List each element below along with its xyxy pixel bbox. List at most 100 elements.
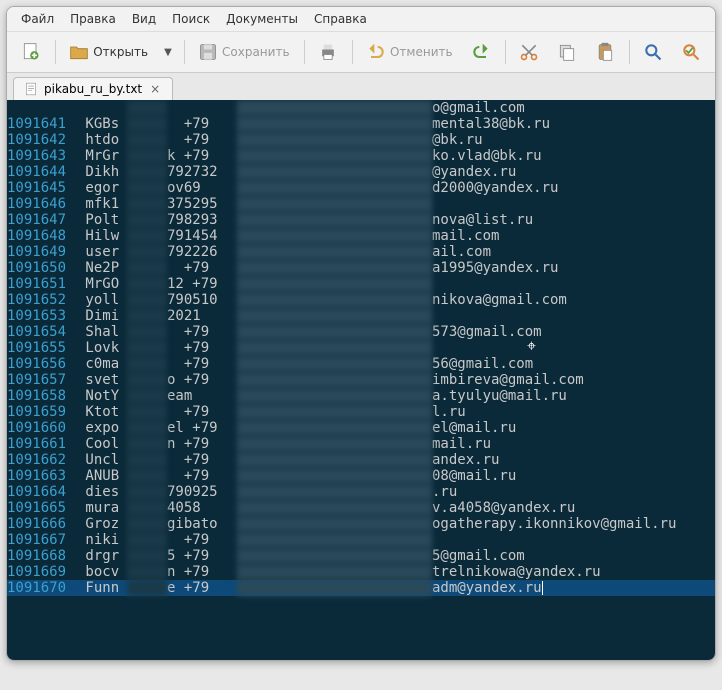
open-button[interactable]: Открыть xyxy=(63,38,154,66)
redacted-region xyxy=(237,212,432,228)
menu-documents[interactable]: Документы xyxy=(218,9,306,29)
editor-line[interactable]: 1091644 Dikh792732@yandex.ru xyxy=(7,164,715,180)
editor-line[interactable]: 1091663 ANUB +7908@mail.ru xyxy=(7,468,715,484)
editor-line[interactable]: 1091652 yoll790510nikova@gmail.com xyxy=(7,292,715,308)
line-number xyxy=(7,100,77,116)
col-email xyxy=(432,532,715,548)
redacted-region xyxy=(127,356,167,372)
col-username: NotY xyxy=(77,388,127,404)
editor-line[interactable]: 1091649 user792226ail.com xyxy=(7,244,715,260)
file-tab[interactable]: pikabu_ru_by.txt × xyxy=(13,77,173,100)
copy-button[interactable] xyxy=(551,38,583,66)
editor-line[interactable]: 1091661 Cooln +79mail.ru xyxy=(7,436,715,452)
menu-view[interactable]: Вид xyxy=(124,9,164,29)
editor-line[interactable]: 1091655 Lovk +79 xyxy=(7,340,715,356)
col-username: Polt xyxy=(77,212,127,228)
col-email: andex.ru xyxy=(432,452,715,468)
tabbar: pikabu_ru_by.txt × xyxy=(7,73,715,100)
text-editor-area[interactable]: o@gmail.com1091641 KGBs +79mental38@bk.r… xyxy=(7,100,715,660)
redacted-region xyxy=(237,436,432,452)
col-username: expo xyxy=(77,420,127,436)
paste-button[interactable] xyxy=(589,38,621,66)
col-phone: +79 xyxy=(167,468,237,484)
editor-line[interactable]: 1091669 bocvn +79trelnikowa@yandex.ru xyxy=(7,564,715,580)
redacted-region xyxy=(237,532,432,548)
print-button[interactable] xyxy=(312,38,344,66)
col-username: bocv xyxy=(77,564,127,580)
editor-line[interactable]: 1091647 Polt798293nova@list.ru xyxy=(7,212,715,228)
col-username: ANUB xyxy=(77,468,127,484)
col-email: l.ru xyxy=(432,404,715,420)
find-replace-button[interactable] xyxy=(675,38,707,66)
redacted-region xyxy=(127,516,167,532)
line-number: 1091669 xyxy=(7,564,77,580)
line-number: 1091653 xyxy=(7,308,77,324)
editor-line[interactable]: 1091664 dies790925.ru xyxy=(7,484,715,500)
line-number: 1091661 xyxy=(7,436,77,452)
col-username: dies xyxy=(77,484,127,500)
editor-line[interactable]: 1091668 drgr5 +795@gmail.com xyxy=(7,548,715,564)
col-email: trelnikowa@yandex.ru xyxy=(432,564,715,580)
editor-line[interactable]: 1091641 KGBs +79mental38@bk.ru xyxy=(7,116,715,132)
col-phone: 798293 xyxy=(167,212,237,228)
editor-line[interactable]: 1091643 MrGrk +79ko.vlad@bk.ru xyxy=(7,148,715,164)
save-button[interactable]: Сохранить xyxy=(192,38,296,66)
find-replace-icon xyxy=(681,42,701,62)
editor-line[interactable]: 1091642 htdo +79@bk.ru xyxy=(7,132,715,148)
col-username: Cool xyxy=(77,436,127,452)
editor-line[interactable]: 1091659 Ktot +79l.ru xyxy=(7,404,715,420)
col-username: htdo xyxy=(77,132,127,148)
find-button[interactable] xyxy=(637,38,669,66)
editor-line[interactable]: 1091648 Hilw791454mail.com xyxy=(7,228,715,244)
editor-line[interactable]: 1091658 NotYeam a.tyulyu@mail.ru xyxy=(7,388,715,404)
col-email: nova@list.ru xyxy=(432,212,715,228)
editor-line[interactable]: 1091665 mura4058 v.a4058@yandex.ru xyxy=(7,500,715,516)
undo-button[interactable]: Отменить xyxy=(360,38,459,66)
redacted-region xyxy=(127,308,167,324)
editor-line[interactable]: o@gmail.com xyxy=(7,100,715,116)
col-email: @yandex.ru xyxy=(432,164,715,180)
line-number: 1091654 xyxy=(7,324,77,340)
new-file-button[interactable] xyxy=(15,38,47,66)
editor-line[interactable]: 1091646 mfk1375295 xyxy=(7,196,715,212)
editor-line[interactable]: 1091654 Shal +79573@gmail.com xyxy=(7,324,715,340)
col-phone xyxy=(167,100,237,116)
open-dropdown[interactable]: ▼ xyxy=(160,47,176,58)
editor-line[interactable]: 1091650 Ne2P +79a1995@yandex.ru xyxy=(7,260,715,276)
tab-close-button[interactable]: × xyxy=(148,82,162,96)
redacted-region xyxy=(127,100,167,116)
editor-line[interactable]: 1091657 sveto +79imbireva@gmail.com xyxy=(7,372,715,388)
line-number: 1091655 xyxy=(7,340,77,356)
redo-button[interactable] xyxy=(465,38,497,66)
menu-edit[interactable]: Правка xyxy=(62,9,124,29)
editor-line[interactable]: 1091670 Funne +79adm@yandex.ru xyxy=(7,580,715,596)
editor-line[interactable]: 1091667 niki +79 xyxy=(7,532,715,548)
menu-file[interactable]: Файл xyxy=(13,9,62,29)
line-number: 1091651 xyxy=(7,276,77,292)
col-username: Dimi xyxy=(77,308,127,324)
col-email: 573@gmail.com xyxy=(432,324,715,340)
folder-open-icon xyxy=(69,42,89,62)
editor-line[interactable]: 1091656 c0ma +7956@gmail.com xyxy=(7,356,715,372)
menu-help[interactable]: Справка xyxy=(306,9,375,29)
redacted-region xyxy=(127,148,167,164)
editor-line[interactable]: 1091666 Grozgibatoogatherapy.ikonnikov@g… xyxy=(7,516,715,532)
editor-line[interactable]: 1091662 Uncl +79andex.ru xyxy=(7,452,715,468)
menu-search[interactable]: Поиск xyxy=(164,9,218,29)
line-number: 1091662 xyxy=(7,452,77,468)
cut-button[interactable] xyxy=(513,38,545,66)
col-email xyxy=(432,308,715,324)
line-number: 1091645 xyxy=(7,180,77,196)
col-email: ogatherapy.ikonnikov@gmail.ru xyxy=(432,516,715,532)
col-email: 5@gmail.com xyxy=(432,548,715,564)
editor-line[interactable]: 1091645 egorov69 d2000@yandex.ru xyxy=(7,180,715,196)
redacted-region xyxy=(237,340,432,356)
editor-line[interactable]: 1091660 expoel +79el@mail.ru xyxy=(7,420,715,436)
redacted-region xyxy=(237,244,432,260)
editor-line[interactable]: 1091653 Dimi2021 xyxy=(7,308,715,324)
redacted-region xyxy=(127,276,167,292)
line-number: 1091648 xyxy=(7,228,77,244)
printer-icon xyxy=(318,42,338,62)
editor-line[interactable]: 1091651 MrGO12 +79 xyxy=(7,276,715,292)
redacted-region xyxy=(127,132,167,148)
